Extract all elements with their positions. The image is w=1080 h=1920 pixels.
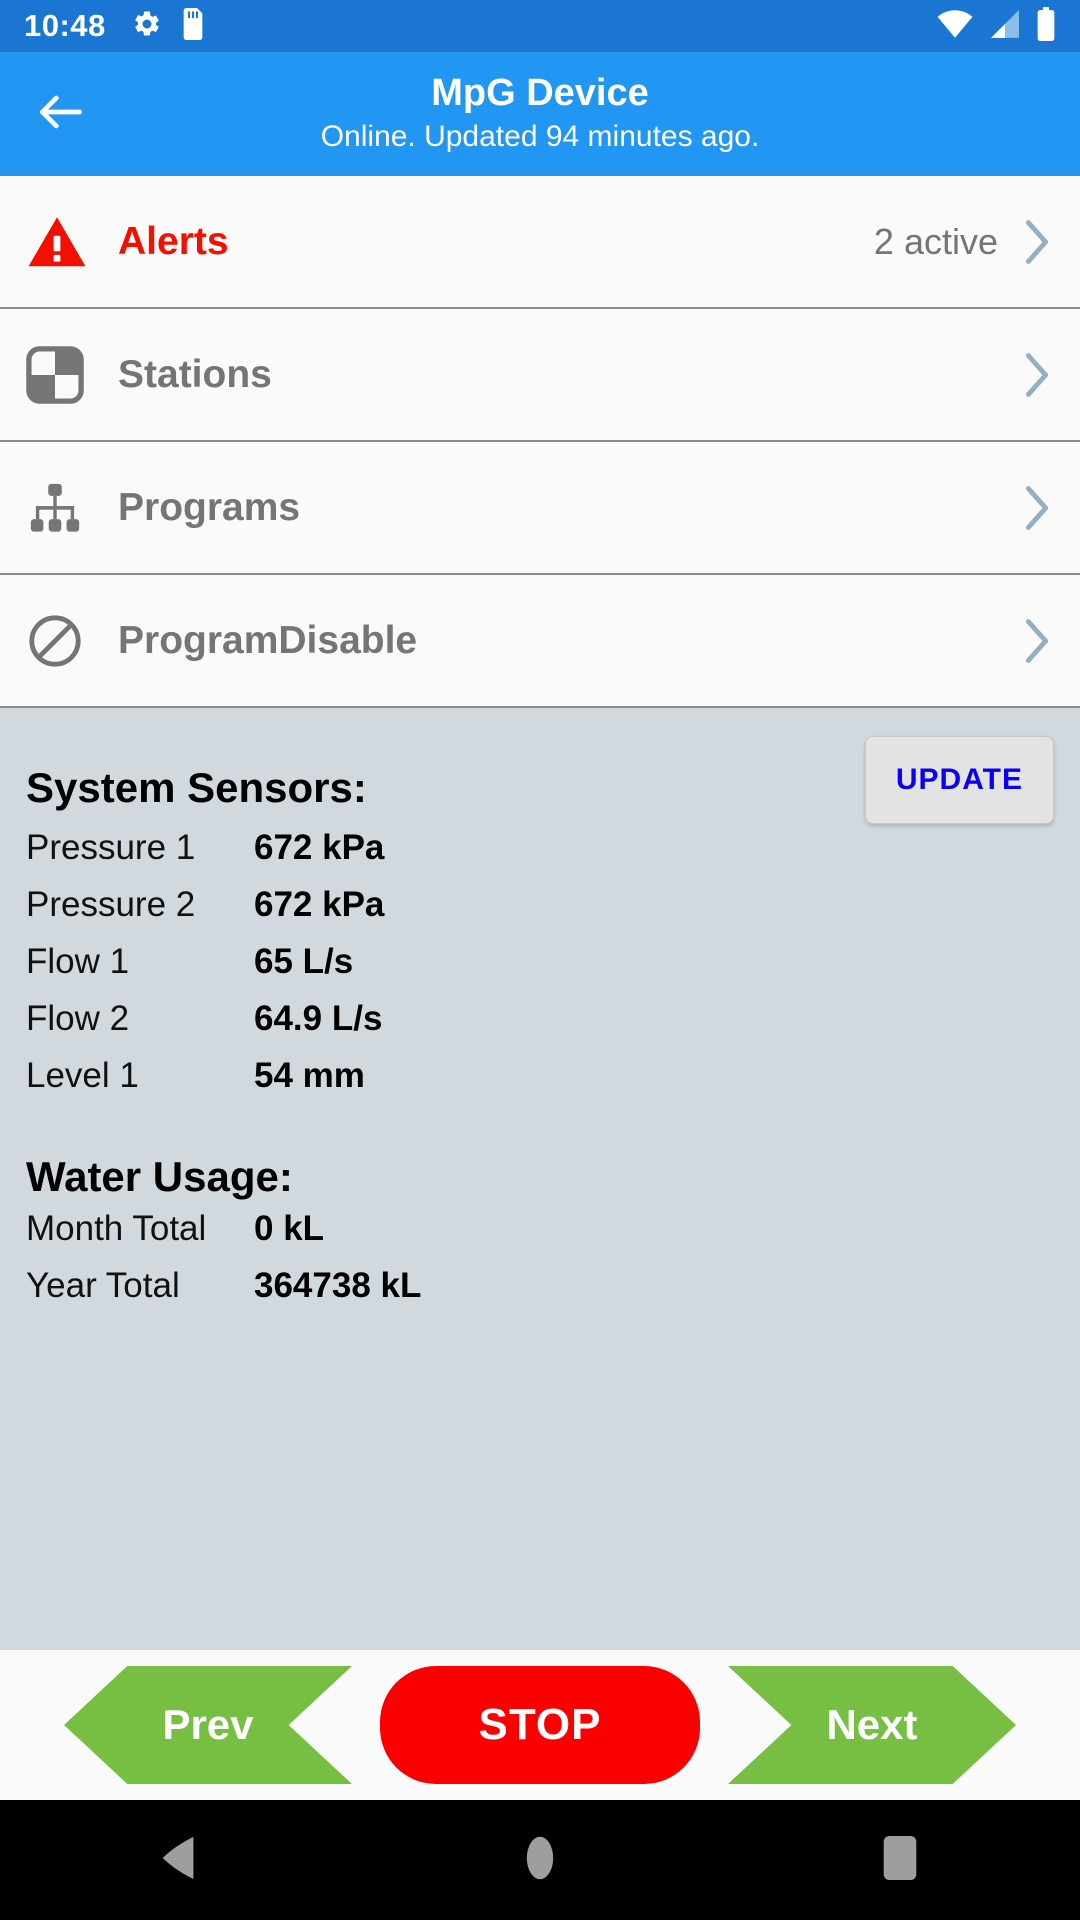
sensor-value: 54 mm [254, 1056, 365, 1095]
back-button[interactable] [26, 79, 96, 149]
update-button[interactable]: UPDATE [864, 736, 1054, 824]
prev-button[interactable]: Prev [64, 1666, 352, 1784]
sensor-readings-list: Pressure 1 672 kPa Pressure 2 672 kPa Fl… [26, 828, 1054, 1113]
nav-back-triangle-icon [159, 1835, 201, 1886]
usage-row: Year Total 364738 kL [26, 1266, 1054, 1323]
sd-card-icon [180, 7, 206, 45]
chevron-right-icon [1020, 216, 1054, 268]
list-item-alerts[interactable]: Alerts 2 active [0, 176, 1080, 309]
alerts-count: 2 active [873, 220, 998, 262]
sensor-label: Pressure 1 [26, 828, 196, 867]
sensor-label: Flow 2 [26, 999, 130, 1038]
sitemap-icon [26, 479, 102, 537]
page-subtitle: Online. Updated 94 minutes ago. [320, 120, 760, 154]
sensor-row: Flow 1 65 L/s [26, 942, 1054, 999]
system-sensors-title: System Sensors: [26, 764, 367, 811]
list-item-label: Programs [118, 485, 301, 529]
sensor-value: 672 kPa [254, 885, 385, 924]
nav-back-button[interactable] [120, 1800, 240, 1920]
checkerboard-icon [26, 345, 102, 404]
page-title: MpG Device [431, 71, 649, 114]
system-sensors-panel: System Sensors: UPDATE Pressure 1 672 kP… [0, 708, 1080, 1650]
warning-triangle-icon [26, 211, 102, 273]
list-item-program-disable[interactable]: ProgramDisable [0, 575, 1080, 708]
phone-screen: 10:48 MpG Device Online. Updated 94 minu… [0, 0, 1080, 1920]
list-item-label: Stations [118, 352, 272, 396]
water-usage-list: Month Total 0 kL Year Total 364738 kL [26, 1209, 1054, 1323]
sensor-label: Flow 1 [26, 942, 130, 981]
gear-icon [132, 9, 162, 44]
usage-value: 0 kL [254, 1209, 325, 1248]
list-item-label: ProgramDisable [118, 618, 418, 662]
back-arrow-icon [33, 84, 89, 145]
usage-label: Year Total [26, 1266, 180, 1305]
wifi-icon [936, 8, 974, 45]
sensor-row: Pressure 2 672 kPa [26, 885, 1054, 942]
usage-label: Month Total [26, 1209, 207, 1248]
sensor-value: 65 L/s [254, 942, 354, 981]
nav-recents-button[interactable] [840, 1800, 960, 1920]
status-bar-clock: 10:48 [24, 8, 106, 43]
stop-button[interactable]: STOP [380, 1666, 700, 1784]
menu-list: Alerts 2 active Stations Programs Progra… [0, 176, 1080, 708]
usage-value: 364738 kL [254, 1266, 422, 1305]
app-bar: MpG Device Online. Updated 94 minutes ag… [0, 52, 1080, 176]
battery-icon [1036, 6, 1056, 46]
status-bar-notification-icons [132, 7, 206, 45]
list-item-programs[interactable]: Programs [0, 442, 1080, 575]
water-usage-title: Water Usage: [26, 1153, 293, 1200]
app-bar-title-block: MpG Device Online. Updated 94 minutes ag… [0, 52, 1080, 176]
list-item-label: Alerts [118, 219, 229, 263]
nav-home-circle-icon [526, 1836, 554, 1885]
status-bar-system-icons [936, 6, 1056, 46]
android-nav-bar [0, 1800, 1080, 1920]
status-bar: 10:48 [0, 0, 1080, 52]
sensor-value: 64.9 L/s [254, 999, 383, 1038]
cellular-signal-icon [988, 8, 1022, 45]
next-button[interactable]: Next [728, 1666, 1016, 1784]
list-item-stations[interactable]: Stations [0, 309, 1080, 442]
nav-recents-square-icon [882, 1835, 918, 1886]
chevron-right-icon [1020, 615, 1054, 667]
sensor-row: Level 1 54 mm [26, 1056, 1054, 1113]
chevron-right-icon [1020, 482, 1054, 534]
sensor-row: Flow 2 64.9 L/s [26, 999, 1054, 1056]
prohibition-icon [26, 612, 102, 670]
usage-row: Month Total 0 kL [26, 1209, 1054, 1266]
sensor-label: Pressure 2 [26, 885, 196, 924]
nav-home-button[interactable] [480, 1800, 600, 1920]
sensor-label: Level 1 [26, 1056, 139, 1095]
sensor-row: Pressure 1 672 kPa [26, 828, 1054, 885]
bottom-button-bar: Prev STOP Next [0, 1650, 1080, 1800]
chevron-right-icon [1020, 349, 1054, 401]
sensor-value: 672 kPa [254, 828, 385, 867]
panel-header: System Sensors: UPDATE [26, 736, 1054, 824]
